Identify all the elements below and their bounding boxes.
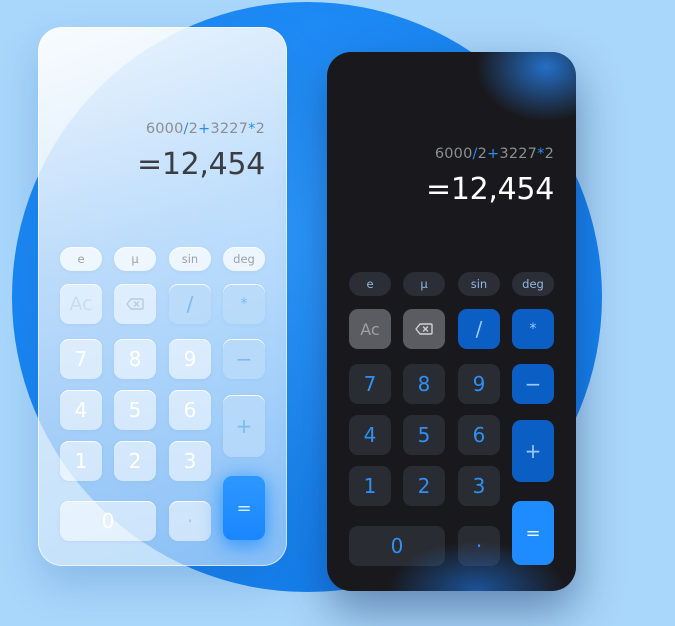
calculator-display: 6000/2+3227*2 =12,454 bbox=[137, 121, 265, 182]
digit-0-button[interactable]: 0 bbox=[60, 501, 156, 541]
digit-1-button[interactable]: 1 bbox=[60, 441, 102, 481]
minus-button[interactable]: − bbox=[512, 364, 554, 404]
light-calculator: 6000/2+3227*2 =12,454 e μ sin deg Ac / *… bbox=[38, 27, 287, 566]
backspace-icon bbox=[126, 298, 144, 310]
e-key[interactable]: e bbox=[60, 247, 102, 271]
dark-calculator: 6000/2+3227*2 =12,454 e μ sin deg Ac / *… bbox=[327, 52, 576, 591]
digit-6-button[interactable]: 6 bbox=[458, 415, 500, 455]
digit-3-button[interactable]: 3 bbox=[169, 441, 211, 481]
mu-key[interactable]: μ bbox=[114, 247, 156, 271]
sin-key[interactable]: sin bbox=[458, 272, 500, 296]
digit-2-button[interactable]: 2 bbox=[114, 441, 156, 481]
backspace-icon bbox=[415, 323, 433, 335]
multiply-button[interactable]: * bbox=[223, 284, 265, 324]
mu-key[interactable]: μ bbox=[403, 272, 445, 296]
decimal-button[interactable]: · bbox=[169, 501, 211, 541]
e-key[interactable]: e bbox=[349, 272, 391, 296]
digit-3-button[interactable]: 3 bbox=[458, 466, 500, 506]
clear-button[interactable]: Ac bbox=[349, 309, 391, 349]
digit-8-button[interactable]: 8 bbox=[114, 339, 156, 379]
digit-1-button[interactable]: 1 bbox=[349, 466, 391, 506]
backspace-button[interactable] bbox=[114, 284, 156, 324]
multiply-button[interactable]: * bbox=[512, 309, 554, 349]
digit-7-button[interactable]: 7 bbox=[60, 339, 102, 379]
calculator-display: 6000/2+3227*2 =12,454 bbox=[426, 146, 554, 207]
digit-6-button[interactable]: 6 bbox=[169, 390, 211, 430]
expression-text: 6000/2+3227*2 bbox=[434, 146, 554, 162]
digit-5-button[interactable]: 5 bbox=[403, 415, 445, 455]
digit-7-button[interactable]: 7 bbox=[349, 364, 391, 404]
digit-5-button[interactable]: 5 bbox=[114, 390, 156, 430]
clear-button[interactable]: Ac bbox=[60, 284, 102, 324]
digit-9-button[interactable]: 9 bbox=[169, 339, 211, 379]
divide-button[interactable]: / bbox=[458, 309, 500, 349]
plus-button[interactable]: + bbox=[223, 395, 265, 457]
deg-key[interactable]: deg bbox=[512, 272, 554, 296]
expression-text: 6000/2+3227*2 bbox=[145, 121, 265, 137]
result-text: =12,454 bbox=[425, 172, 554, 207]
backspace-button[interactable] bbox=[403, 309, 445, 349]
digit-8-button[interactable]: 8 bbox=[403, 364, 445, 404]
digit-9-button[interactable]: 9 bbox=[458, 364, 500, 404]
minus-button[interactable]: − bbox=[223, 339, 265, 379]
result-text: =12,454 bbox=[136, 147, 265, 182]
sin-key[interactable]: sin bbox=[169, 247, 211, 271]
equals-button[interactable]: = bbox=[223, 476, 265, 540]
decimal-button[interactable]: · bbox=[458, 526, 500, 566]
deg-key[interactable]: deg bbox=[223, 247, 265, 271]
plus-button[interactable]: + bbox=[512, 420, 554, 482]
digit-2-button[interactable]: 2 bbox=[403, 466, 445, 506]
digit-0-button[interactable]: 0 bbox=[349, 526, 445, 566]
divide-button[interactable]: / bbox=[169, 284, 211, 324]
equals-button[interactable]: = bbox=[512, 501, 554, 565]
digit-4-button[interactable]: 4 bbox=[60, 390, 102, 430]
digit-4-button[interactable]: 4 bbox=[349, 415, 391, 455]
